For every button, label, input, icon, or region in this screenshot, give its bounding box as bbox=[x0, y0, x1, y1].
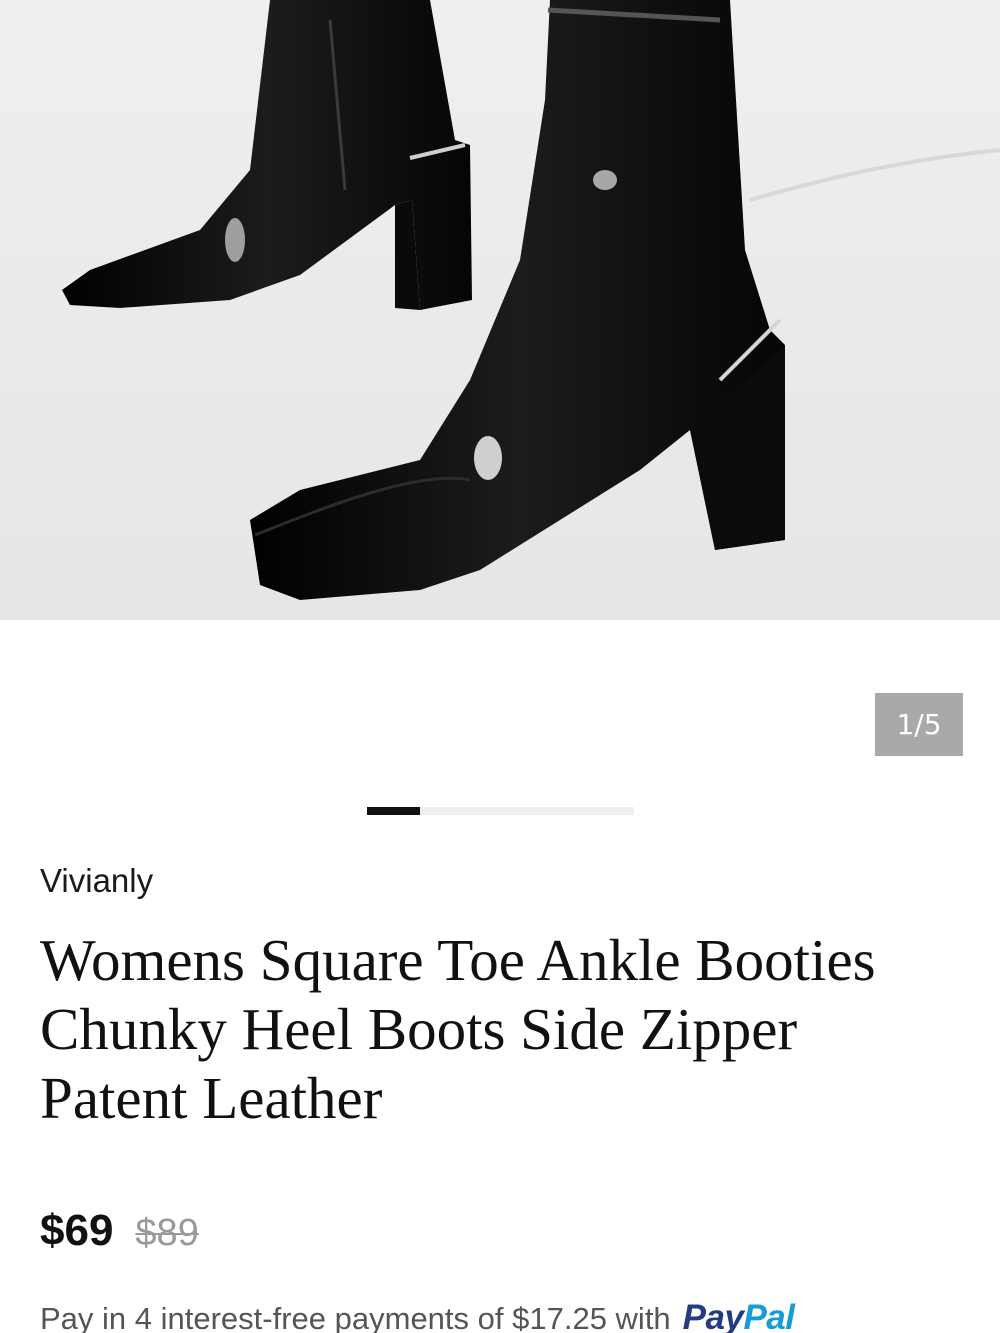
gallery-progress-bar bbox=[367, 807, 634, 815]
original-price: $89 bbox=[135, 1212, 199, 1254]
price-row: $69 $89 bbox=[40, 1206, 199, 1256]
product-photo[interactable] bbox=[0, 0, 1000, 620]
product-image-gallery[interactable]: 1/5 bbox=[0, 0, 1000, 780]
installment-text: Pay in 4 interest-free payments of $17.2… bbox=[40, 1301, 671, 1333]
paypal-logo: PayPal bbox=[683, 1298, 795, 1333]
image-counter: 1/5 bbox=[875, 693, 963, 756]
brand-name[interactable]: Vivianly bbox=[40, 862, 153, 900]
paypal-logo-part-2: Pal bbox=[743, 1298, 795, 1333]
paypal-installment-message[interactable]: Pay in 4 interest-free payments of $17.2… bbox=[40, 1298, 795, 1333]
sale-price: $69 bbox=[40, 1206, 114, 1255]
gallery-progress-fill bbox=[367, 807, 421, 815]
paypal-logo-part-1: Pay bbox=[682, 1298, 744, 1333]
product-title: Womens Square Toe Ankle Booties Chunky H… bbox=[40, 927, 876, 1131]
